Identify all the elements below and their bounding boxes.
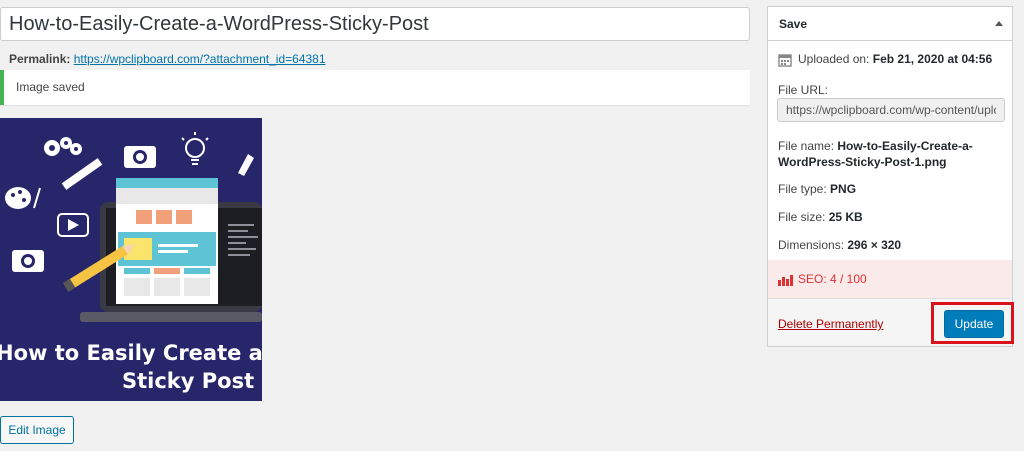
title-input[interactable]	[0, 7, 750, 41]
uploaded-on-value: Feb 21, 2020 at 04:56	[872, 52, 993, 66]
palette-icon	[5, 187, 31, 209]
save-metabox-title: Save	[779, 17, 808, 31]
dimensions-label: Dimensions:	[778, 238, 845, 252]
dimensions-value: 296 × 320	[847, 238, 902, 252]
file-size-label: File size:	[778, 210, 826, 224]
permalink-label: Permalink:	[9, 52, 71, 66]
image-preview: How to Easily Create a W Sticky Post	[0, 118, 262, 401]
permalink-link[interactable]: https://wpclipboard.com/?attachment_id=6…	[74, 52, 326, 66]
file-size-value: 25 KB	[828, 210, 863, 224]
preview-headline-line1: How to Easily Create a W	[0, 341, 262, 365]
image-saved-notice: Image saved	[0, 70, 750, 105]
preview-headline-line2: Sticky Post	[122, 369, 254, 393]
permalink: Permalink: https://wpclipboard.com/?atta…	[9, 52, 326, 66]
save-metabox-header[interactable]: Save	[768, 7, 1012, 41]
update-button[interactable]: Update	[944, 310, 1004, 338]
seo-chart-icon	[778, 274, 793, 286]
file-url-label: File URL:	[778, 83, 829, 97]
edit-image-button[interactable]: Edit Image	[0, 416, 74, 444]
camera-icon	[124, 146, 156, 168]
major-publishing-actions: Delete Permanently Update	[768, 298, 1014, 346]
uploaded-on-label: Uploaded on:	[798, 52, 870, 66]
file-type-row: File type: PNG	[778, 182, 856, 196]
save-metabox: Save Uploaded on: Feb 21, 2020 at 04:56 …	[767, 6, 1014, 347]
uploaded-on-row: Uploaded on: Feb 21, 2020 at 04:56	[778, 52, 992, 67]
toggle-arrow-icon[interactable]	[995, 21, 1003, 26]
file-type-value: PNG	[830, 182, 857, 196]
seo-score-text: SEO: 4 / 100	[798, 272, 867, 286]
file-url-field[interactable]	[777, 98, 1005, 122]
file-name-row: File name: How-to-Easily-Create-a- WordP…	[778, 138, 973, 170]
file-name-value-1: How-to-Easily-Create-a-	[837, 139, 973, 153]
calendar-icon	[778, 54, 792, 67]
file-type-label: File type:	[778, 182, 827, 196]
file-name-label: File name:	[778, 139, 835, 153]
dimensions-row: Dimensions: 296 × 320	[778, 238, 901, 252]
notice-text: Image saved	[16, 80, 85, 94]
seo-score-row: SEO: 4 / 100	[768, 260, 1012, 298]
file-size-row: File size: 25 KB	[778, 210, 863, 224]
file-name-value-2: WordPress-Sticky-Post-1.png	[778, 155, 947, 169]
camera-icon	[12, 250, 44, 272]
delete-permanently-link[interactable]: Delete Permanently	[778, 317, 883, 331]
